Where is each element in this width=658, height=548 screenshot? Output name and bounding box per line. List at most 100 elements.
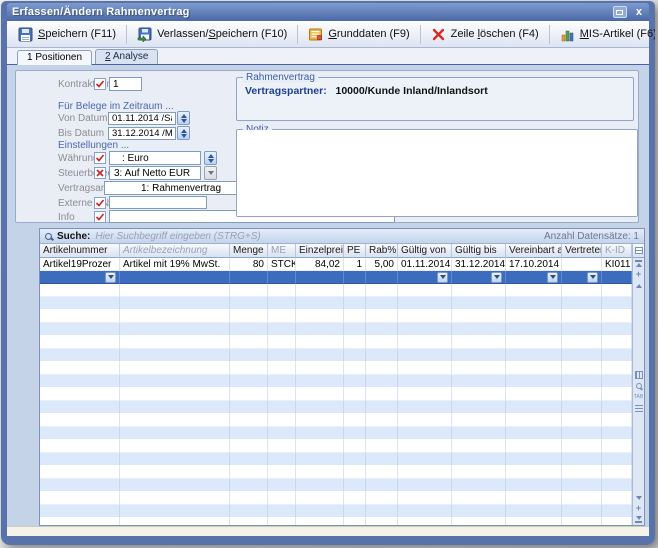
grid-cell[interactable] xyxy=(452,427,506,440)
grid-cell[interactable] xyxy=(120,323,230,336)
grid-cell[interactable] xyxy=(602,297,632,310)
grid-cell[interactable] xyxy=(452,492,506,505)
grid-cell[interactable] xyxy=(398,336,452,349)
grid-row[interactable] xyxy=(40,479,632,492)
grid-cell[interactable] xyxy=(562,414,602,427)
grid-cell[interactable] xyxy=(602,518,632,525)
grid-cell[interactable] xyxy=(562,297,602,310)
grid-cell[interactable] xyxy=(602,453,632,466)
grid-cell[interactable]: 84,02 xyxy=(296,258,344,271)
grid-cell[interactable] xyxy=(296,336,344,349)
grid-cell[interactable] xyxy=(506,297,562,310)
grid-cell[interactable] xyxy=(268,492,296,505)
grid-cell[interactable] xyxy=(268,362,296,375)
grid-cell[interactable] xyxy=(40,388,120,401)
bis-datum-spinner[interactable] xyxy=(177,126,190,140)
grid-cell[interactable] xyxy=(268,414,296,427)
grid-cell[interactable] xyxy=(398,427,452,440)
grid-cell[interactable] xyxy=(344,284,366,297)
grid-cell[interactable] xyxy=(562,453,602,466)
grid-cell[interactable] xyxy=(398,362,452,375)
column-header[interactable]: Gültig bis xyxy=(452,244,506,258)
grid-cell[interactable] xyxy=(452,505,506,518)
grid-cell[interactable] xyxy=(452,453,506,466)
grid-cell[interactable] xyxy=(452,362,506,375)
grid-cell[interactable] xyxy=(296,427,344,440)
grid-selected-row[interactable] xyxy=(40,271,632,284)
grid-cell[interactable]: 01.11.2014 xyxy=(398,258,452,271)
von-datum-input[interactable] xyxy=(108,112,176,125)
grid-row[interactable] xyxy=(40,388,632,401)
cell-dropdown-button[interactable] xyxy=(587,272,598,283)
grid-cell[interactable] xyxy=(268,453,296,466)
grid-cell[interactable] xyxy=(344,479,366,492)
grid-cell[interactable] xyxy=(120,388,230,401)
grid-cell[interactable] xyxy=(398,401,452,414)
grid-cell[interactable] xyxy=(296,362,344,375)
grid-cell[interactable] xyxy=(562,479,602,492)
grid-cell[interactable] xyxy=(120,284,230,297)
grid-cell[interactable] xyxy=(230,518,268,525)
grid-cell[interactable] xyxy=(344,323,366,336)
grid-cell[interactable] xyxy=(366,375,398,388)
grid-cell[interactable] xyxy=(344,414,366,427)
grid-cell[interactable] xyxy=(452,297,506,310)
grid-cell[interactable] xyxy=(506,310,562,323)
grid-cell[interactable]: 17.10.2014 xyxy=(506,258,562,271)
grid-cell[interactable] xyxy=(602,401,632,414)
grid-cell[interactable] xyxy=(40,323,120,336)
grid-cell[interactable] xyxy=(366,362,398,375)
grid-cell[interactable] xyxy=(398,505,452,518)
grid-cell[interactable] xyxy=(398,440,452,453)
grid-cell[interactable] xyxy=(562,362,602,375)
grid-cell[interactable] xyxy=(562,505,602,518)
grid-cell[interactable] xyxy=(366,297,398,310)
grid-cell[interactable] xyxy=(230,271,268,284)
grid-cell[interactable]: Artikel19Prozer xyxy=(40,258,120,271)
grid-cell[interactable] xyxy=(230,479,268,492)
grid-cell[interactable] xyxy=(562,518,602,525)
grid-row[interactable] xyxy=(40,453,632,466)
grid-cell[interactable] xyxy=(506,427,562,440)
grid-cell[interactable] xyxy=(398,297,452,310)
grid-cell[interactable] xyxy=(40,375,120,388)
steuerberechnung-combo[interactable]: 3: Auf Netto EUR xyxy=(109,166,201,180)
grid-cell[interactable] xyxy=(602,388,632,401)
scroll-to-top-button[interactable] xyxy=(635,258,642,269)
mis-artikel-button[interactable]: MIS-Artikel (F6) xyxy=(552,24,655,45)
grid-cell[interactable] xyxy=(296,492,344,505)
grid-cell[interactable] xyxy=(366,492,398,505)
grid-cell[interactable] xyxy=(366,440,398,453)
grid-cell[interactable] xyxy=(602,505,632,518)
grid-cell[interactable] xyxy=(562,323,602,336)
grid-cell[interactable] xyxy=(120,349,230,362)
grid-cell[interactable] xyxy=(40,479,120,492)
grid-row[interactable] xyxy=(40,297,632,310)
grid-cell[interactable] xyxy=(562,466,602,479)
grid-cell[interactable] xyxy=(268,310,296,323)
grid-cell[interactable] xyxy=(344,492,366,505)
grid-cell[interactable] xyxy=(120,375,230,388)
grid-cell[interactable] xyxy=(602,375,632,388)
grid-cell[interactable] xyxy=(230,375,268,388)
grid-cell[interactable] xyxy=(40,505,120,518)
grid-cell[interactable] xyxy=(398,388,452,401)
grid-cell[interactable] xyxy=(40,271,120,284)
filter-button[interactable] xyxy=(635,403,643,414)
kontraktnummer-input[interactable] xyxy=(109,77,142,91)
grid-cell[interactable] xyxy=(296,349,344,362)
grid-cell[interactable] xyxy=(562,401,602,414)
grid-cell[interactable] xyxy=(398,375,452,388)
grid-cell[interactable] xyxy=(344,310,366,323)
column-header[interactable]: Vertreter xyxy=(562,244,602,258)
cell-dropdown-button[interactable] xyxy=(547,272,558,283)
cell-dropdown-button[interactable] xyxy=(491,272,502,283)
grid-cell[interactable] xyxy=(40,440,120,453)
grid-cell[interactable] xyxy=(562,310,602,323)
grid-cell[interactable] xyxy=(344,401,366,414)
grid-cell[interactable] xyxy=(602,284,632,297)
grid-cell[interactable] xyxy=(120,310,230,323)
grid-search-bar[interactable]: Suche: Hier Suchbegriff eingeben (STRG+S… xyxy=(40,229,644,244)
grid-cell[interactable] xyxy=(268,479,296,492)
grid-cell[interactable] xyxy=(230,453,268,466)
